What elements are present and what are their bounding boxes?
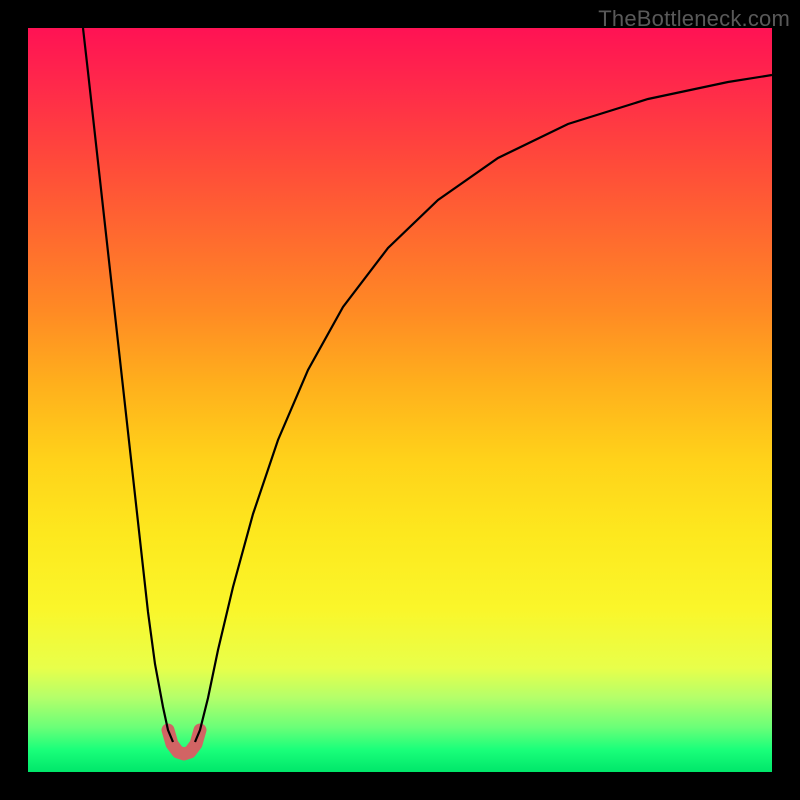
plot-area — [28, 28, 772, 772]
chart-frame: TheBottleneck.com — [0, 0, 800, 800]
curve-right-branch — [195, 75, 772, 742]
curve-layer — [28, 28, 772, 772]
curve-left-branch — [83, 28, 173, 742]
